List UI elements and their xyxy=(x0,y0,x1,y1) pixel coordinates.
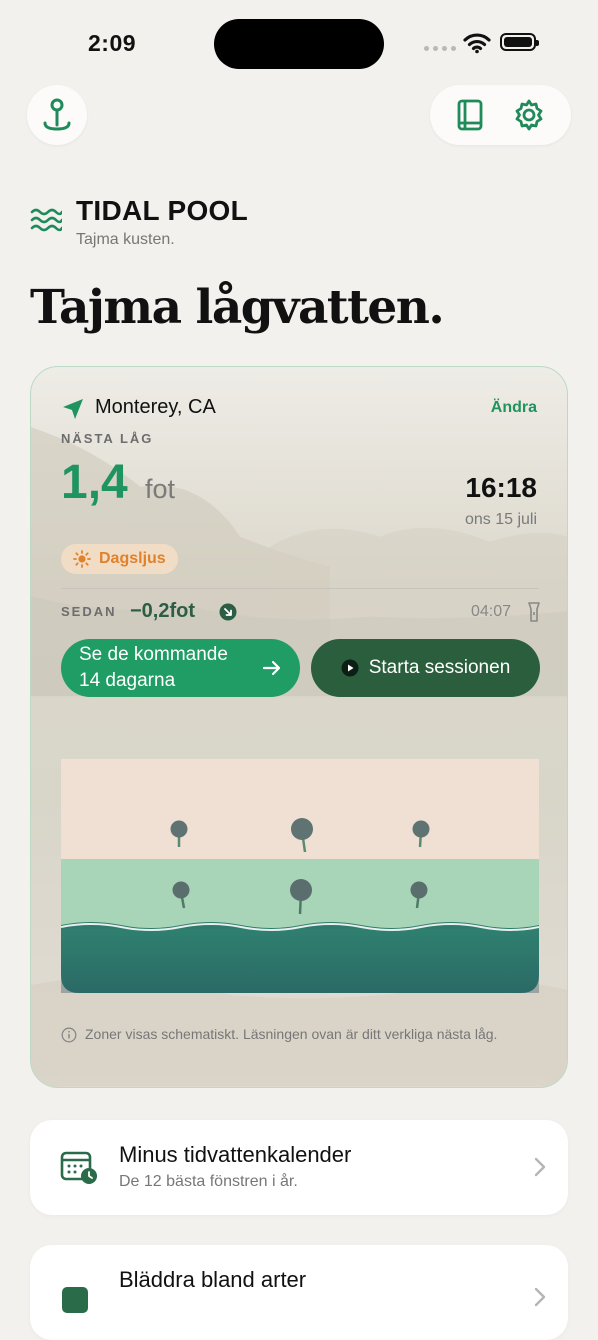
gear-icon[interactable] xyxy=(512,98,546,132)
list-item-title: Bläddra bland arter xyxy=(119,1267,307,1292)
list-item-title: Minus tidvattenkalender xyxy=(119,1142,352,1167)
list-item-browse-species[interactable]: Bläddra bland arter xyxy=(30,1245,568,1340)
map-pin-icon xyxy=(43,98,71,131)
start-session-button[interactable]: Starta sessionen xyxy=(311,639,540,697)
next-low-card: Monterey, CA Ändra NÄSTA LÅG 1,4 fot 16:… xyxy=(30,366,568,1088)
zone-high xyxy=(61,759,539,859)
sun-icon xyxy=(73,550,91,568)
info-icon xyxy=(61,1027,77,1043)
next-low-time: 16:18 xyxy=(465,472,537,503)
next-low-label: NÄSTA LÅG xyxy=(61,431,154,446)
species-icon xyxy=(62,1287,88,1313)
daylight-label: Dagsljus xyxy=(99,550,166,567)
change-location-link[interactable]: Ändra xyxy=(491,399,537,417)
arrow-down-right-icon xyxy=(219,603,237,621)
signal-icon xyxy=(424,46,456,51)
calendar-icon xyxy=(60,1151,97,1184)
since-time: 04:07 xyxy=(471,603,512,620)
location-button[interactable] xyxy=(27,85,87,145)
since-value: −0,2fot xyxy=(130,600,196,622)
next-low-value: 1,4 xyxy=(61,456,128,509)
since-label: SEDAN xyxy=(61,604,117,619)
next-low-unit: fot xyxy=(145,474,176,504)
dynamic-island xyxy=(214,19,384,69)
list-item-subtitle: De 12 bästa fönstren i år. xyxy=(119,1173,298,1190)
daylight-badge: Dagsljus xyxy=(61,544,178,574)
navigation-arrow-icon xyxy=(63,399,83,419)
top-actions xyxy=(430,85,571,145)
list-item-minus-tide-calendar[interactable]: Minus tidvattenkalender De 12 bästa föns… xyxy=(30,1120,568,1215)
battery-icon xyxy=(500,33,539,51)
flashlight-icon xyxy=(528,602,540,622)
wifi-icon xyxy=(463,33,491,54)
next-low-date: ons 15 juli xyxy=(464,511,537,528)
page-headline: Tajma lågvatten. xyxy=(30,280,445,335)
book-icon[interactable] xyxy=(455,98,485,132)
see-days-line2: 14 dagarna xyxy=(79,670,176,691)
tide-zone-diagram xyxy=(61,759,539,993)
play-icon xyxy=(341,659,359,677)
arrow-right-icon xyxy=(262,660,281,676)
brand-subtitle: Tajma kusten. xyxy=(76,231,175,248)
start-session-label: Starta sessionen xyxy=(368,657,511,678)
chevron-right-icon xyxy=(534,1157,546,1177)
see-days-line1: Se de kommande xyxy=(79,644,228,666)
see-14-days-button[interactable]: Se de kommande 14 dagarna xyxy=(61,639,300,697)
location-name: Monterey, CA xyxy=(95,396,216,418)
chevron-right-icon xyxy=(534,1287,546,1307)
waves-icon xyxy=(30,208,62,232)
schematic-note: Zoner visas schematiskt. Läsningen ovan … xyxy=(61,1025,531,1043)
schematic-note-text: Zoner visas schematiskt. Läsningen ovan … xyxy=(85,1026,498,1042)
brand-title: TIDAL POOL xyxy=(76,195,249,226)
status-time: 2:09 xyxy=(88,30,137,56)
card-divider xyxy=(61,588,539,589)
